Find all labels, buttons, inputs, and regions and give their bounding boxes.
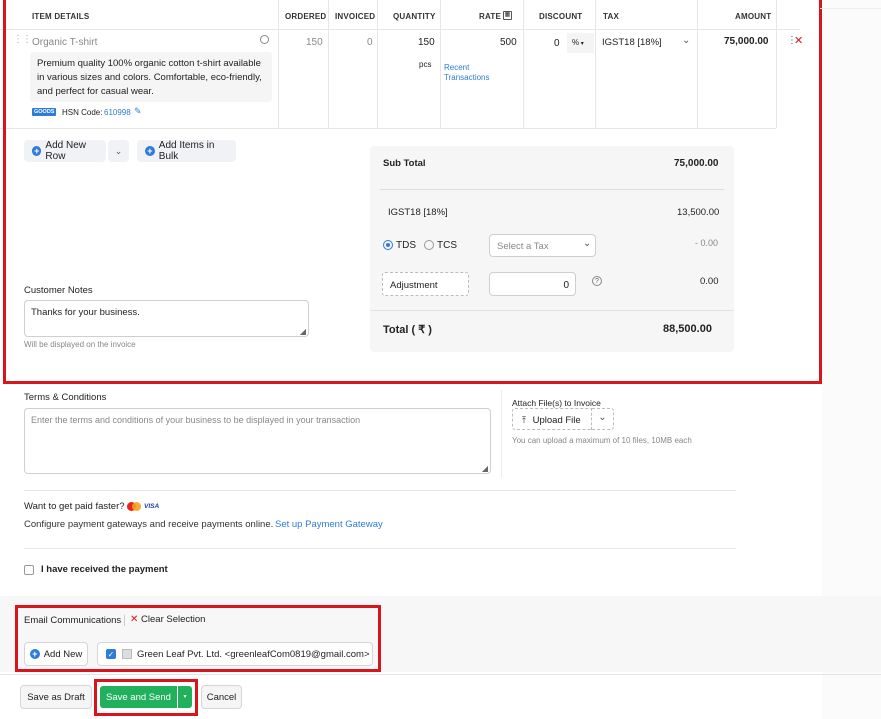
- highlight-email-section: [15, 605, 381, 672]
- highlight-save-send: [94, 679, 198, 716]
- attach-hint: You can upload a maximum of 10 files, 10…: [512, 436, 692, 445]
- mastercard-icon: [127, 502, 141, 511]
- chevron-down-icon: ⌄: [598, 412, 607, 423]
- cancel-button[interactable]: Cancel: [201, 685, 242, 709]
- payment-received-label: I have received the payment: [41, 564, 168, 575]
- resize-handle-icon[interactable]: ◢: [482, 464, 488, 473]
- upload-file-button[interactable]: ⤒ Upload File: [512, 408, 592, 430]
- terms-textarea[interactable]: Enter the terms and conditions of your b…: [24, 408, 491, 474]
- attach-files-label: Attach File(s) to Invoice: [512, 398, 601, 408]
- upload-icon: ⤒: [522, 415, 526, 425]
- upload-options-dropdown[interactable]: ⌄: [592, 408, 614, 430]
- highlight-items-section: [3, 0, 822, 384]
- terms-label: Terms & Conditions: [24, 392, 107, 403]
- payment-heading: Want to get paid faster?: [24, 501, 125, 512]
- payment-received-checkbox[interactable]: [24, 565, 34, 575]
- visa-icon: VISA: [144, 503, 160, 510]
- payment-description: Configure payment gateways and receive p…: [24, 519, 274, 530]
- save-as-draft-button[interactable]: Save as Draft: [20, 685, 92, 709]
- setup-payment-gateway-link[interactable]: Set up Payment Gateway: [275, 519, 383, 530]
